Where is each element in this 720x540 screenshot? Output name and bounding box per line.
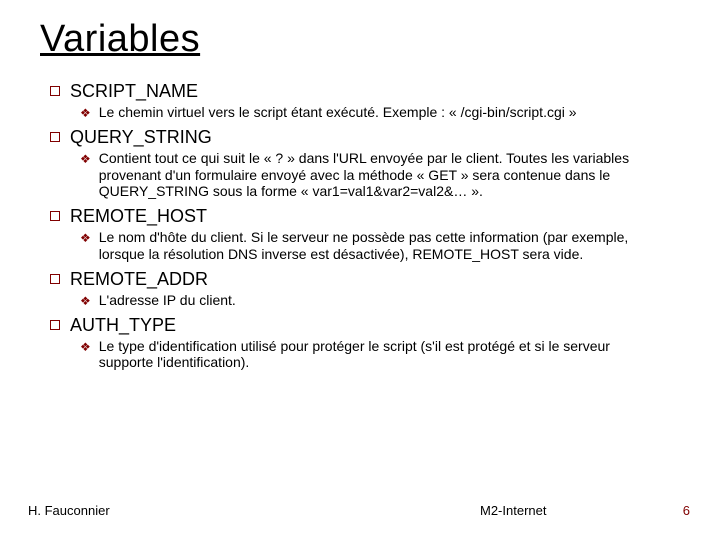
diamond-bullet-icon: ❖ (80, 107, 91, 119)
diamond-bullet-icon: ❖ (80, 153, 91, 165)
level2-row: ❖ Le type d'identification utilisé pour … (50, 338, 680, 372)
level2-row: ❖ Contient tout ce qui suit le « ? » dan… (50, 150, 680, 200)
item-description: Le nom d'hôte du client. Si le serveur n… (99, 229, 659, 263)
item-heading: QUERY_STRING (70, 127, 212, 148)
footer-course: M2-Internet (480, 503, 546, 518)
level2-row: ❖ L'adresse IP du client. (50, 292, 680, 309)
square-bullet-icon (50, 132, 60, 142)
footer-author: H. Fauconnier (28, 503, 110, 518)
level1-row: SCRIPT_NAME (50, 81, 680, 102)
item-description: L'adresse IP du client. (99, 292, 236, 309)
diamond-bullet-icon: ❖ (80, 295, 91, 307)
item-heading: AUTH_TYPE (70, 315, 176, 336)
item-description: Le type d'identification utilisé pour pr… (99, 338, 659, 372)
item-heading: REMOTE_ADDR (70, 269, 208, 290)
item-heading: SCRIPT_NAME (70, 81, 198, 102)
square-bullet-icon (50, 320, 60, 330)
diamond-bullet-icon: ❖ (80, 232, 91, 244)
slide-title: Variables (40, 18, 680, 61)
list-item: SCRIPT_NAME ❖ Le chemin virtuel vers le … (50, 81, 680, 121)
page-number: 6 (683, 503, 690, 518)
diamond-bullet-icon: ❖ (80, 341, 91, 353)
slide: Variables SCRIPT_NAME ❖ Le chemin virtue… (0, 0, 720, 540)
list-item: AUTH_TYPE ❖ Le type d'identification uti… (50, 315, 680, 372)
square-bullet-icon (50, 211, 60, 221)
list-item: REMOTE_ADDR ❖ L'adresse IP du client. (50, 269, 680, 309)
level1-row: AUTH_TYPE (50, 315, 680, 336)
body-content: SCRIPT_NAME ❖ Le chemin virtuel vers le … (40, 81, 680, 371)
level1-row: REMOTE_HOST (50, 206, 680, 227)
square-bullet-icon (50, 274, 60, 284)
level1-row: REMOTE_ADDR (50, 269, 680, 290)
level2-row: ❖ Le chemin virtuel vers le script étant… (50, 104, 680, 121)
list-item: QUERY_STRING ❖ Contient tout ce qui suit… (50, 127, 680, 200)
item-heading: REMOTE_HOST (70, 206, 207, 227)
level1-row: QUERY_STRING (50, 127, 680, 148)
square-bullet-icon (50, 86, 60, 96)
list-item: REMOTE_HOST ❖ Le nom d'hôte du client. S… (50, 206, 680, 263)
item-description: Contient tout ce qui suit le « ? » dans … (99, 150, 659, 200)
item-description: Le chemin virtuel vers le script étant e… (99, 104, 577, 121)
level2-row: ❖ Le nom d'hôte du client. Si le serveur… (50, 229, 680, 263)
